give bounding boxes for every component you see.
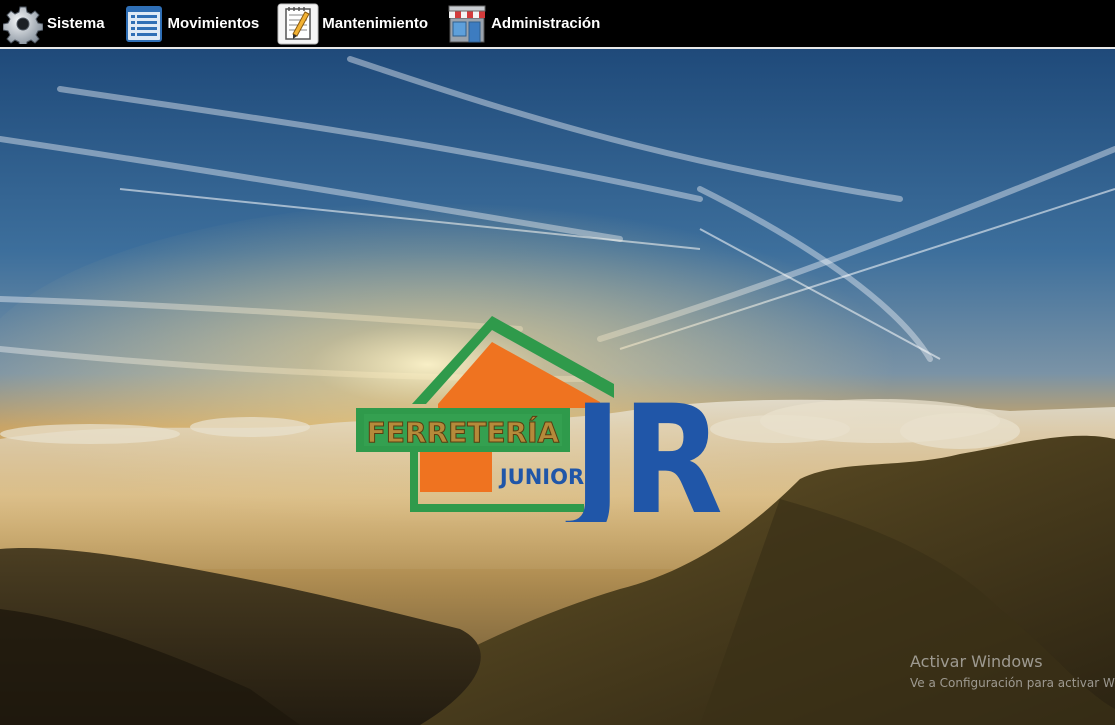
gear-icon bbox=[2, 3, 44, 45]
menu-mantenimiento-label: Mantenimiento bbox=[322, 15, 429, 32]
menu-administracion[interactable]: Administración bbox=[444, 0, 616, 47]
notepad-pencil-icon bbox=[277, 3, 319, 45]
menu-mantenimiento[interactable]: Mantenimiento bbox=[275, 0, 444, 47]
menu-movimientos-label: Movimientos bbox=[167, 15, 260, 32]
menu-sistema-label: Sistema bbox=[47, 15, 105, 32]
list-icon bbox=[123, 3, 165, 45]
main-window: Sistema Movimientos Mantenimiento Admini… bbox=[0, 0, 1115, 725]
logo-line1: FERRETERÍA bbox=[367, 415, 560, 449]
watermark-title: Activar Windows bbox=[910, 652, 1043, 671]
ferreteria-junior-logo: FERRETERÍA JUNIOR JR bbox=[356, 316, 723, 522]
menu-movimientos[interactable]: Movimientos bbox=[121, 0, 276, 47]
logo-house-body bbox=[420, 452, 492, 492]
menu-bar: Sistema Movimientos Mantenimiento Admini… bbox=[0, 0, 1115, 49]
logo-initials: JR bbox=[565, 374, 723, 522]
windows-activation-watermark: Activar Windows Ve a Configuración para … bbox=[910, 652, 1115, 690]
watermark-subtitle: Ve a Configuración para activar Windows. bbox=[910, 676, 1115, 690]
logo-line2: JUNIOR bbox=[498, 465, 584, 489]
store-icon bbox=[446, 3, 488, 45]
menu-administracion-label: Administración bbox=[491, 15, 601, 32]
menu-sistema[interactable]: Sistema bbox=[0, 0, 121, 47]
